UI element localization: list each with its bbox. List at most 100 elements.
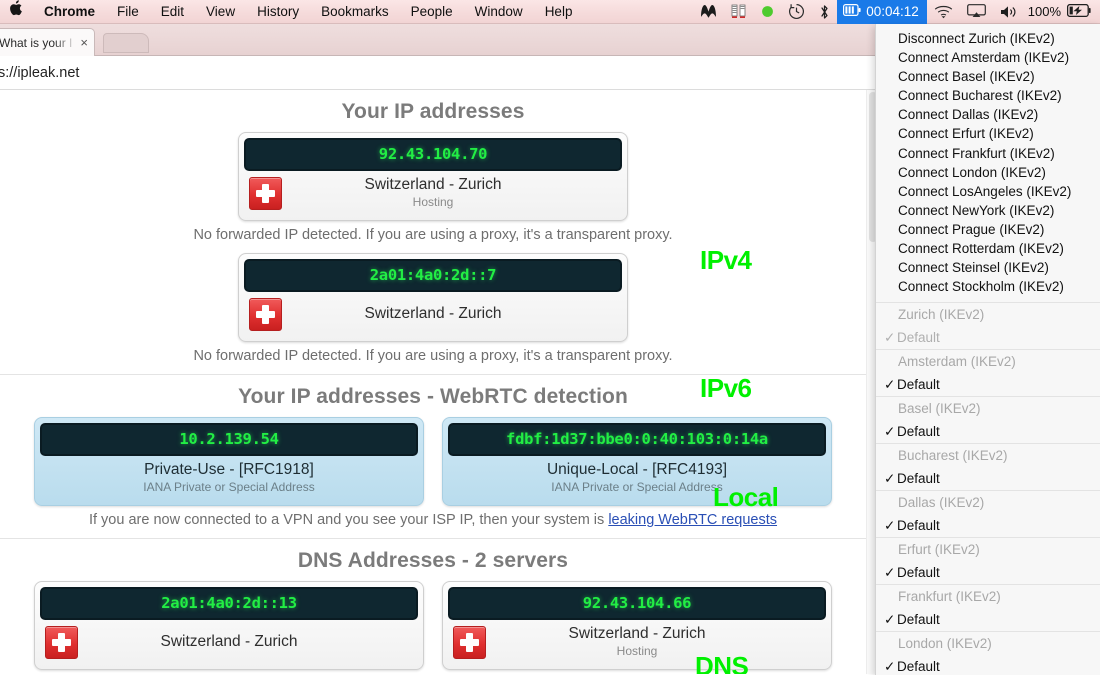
vpn-group-default-zurich[interactable]: ✓ Default [876,326,1100,349]
vpn-menu-item-connect-frankfurt[interactable]: Connect Frankfurt (IKEv2) [876,144,1100,163]
vpn-menu-item-connect-steinsel[interactable]: Connect Steinsel (IKEv2) [876,258,1100,277]
vpn-group-header-basel: Basel (IKEv2) [898,401,981,417]
vpn-default-label: Default [897,659,940,675]
vpn-default-label: Default [897,377,940,393]
malwarebytes-icon[interactable] [693,0,724,24]
vpn-menu-item-disconnect-zurich[interactable]: Disconnect Zurich (IKEv2) [876,29,1100,48]
checkmark-icon: ✓ [884,659,896,675]
vpn-group-default-london[interactable]: ✓ Default [876,655,1100,675]
checkmark-icon: ✓ [884,471,896,487]
close-icon[interactable]: × [77,35,88,50]
vpn-menu-item-connect-bucharest[interactable]: Connect Bucharest (IKEv2) [876,86,1100,105]
vpn-menu-item-connect-erfurt[interactable]: Connect Erfurt (IKEv2) [876,124,1100,143]
menu-window[interactable]: Window [464,0,534,24]
vpn-group-header-amsterdam: Amsterdam (IKEv2) [898,354,1016,370]
webrtc-note-text: If you are now connected to a VPN and yo… [88,512,609,528]
green-dot-icon[interactable] [754,0,781,24]
screen: Chrome File Edit View History Bookmarks … [0,0,1100,675]
webrtc-ipv4-card[interactable]: 10.2.139.54 Private-Use - [RFC1918] IANA… [34,417,424,506]
vpn-menu-item-connect-losangeles[interactable]: Connect LosAngeles (IKEv2) [876,182,1100,201]
page-viewport: Your IP addresses 92.43.104.70 Switzerla… [0,90,878,674]
checkmark-icon: ✓ [884,612,896,628]
checkmark-icon: ✓ [884,565,896,581]
ipv4-sublabel: Hosting [412,195,454,209]
apple-logo-icon[interactable] [9,0,33,24]
battery-percent-label: 100% [1027,4,1061,19]
bluetooth-icon[interactable] [812,0,837,24]
vpn-group-default-basel[interactable]: ✓ Default [876,420,1100,443]
menu-view[interactable]: View [195,0,246,24]
annotation-ipv6: IPv6 [700,373,752,403]
menu-chrome[interactable]: Chrome [33,0,106,24]
ipv6-address: 2a01:4a0:2d::7 [244,259,622,292]
webrtc-ipv6-sublabel: IANA Private or Special Address [551,480,723,494]
vpn-group-header-zurich: Zurich (IKEv2) [898,307,985,323]
menu-edit[interactable]: Edit [150,0,195,24]
vpn-menu-item-connect-stockholm[interactable]: Connect Stockholm (IKEv2) [876,277,1100,296]
battery-timer-icon [843,4,861,19]
airplay-icon[interactable] [960,0,993,24]
vpn-default-label: Default [897,424,940,440]
vpn-menu-item-connect-basel[interactable]: Connect Basel (IKEv2) [876,67,1100,86]
vpn-default-label: Default [897,565,940,581]
swiss-flag-icon [45,626,78,659]
menu-history[interactable]: History [246,0,310,24]
vpn-group-amsterdam: Amsterdam (IKEv2) ✓ Default [876,349,1100,396]
vpn-group-default-frankfurt[interactable]: ✓ Default [876,608,1100,631]
browser-tab[interactable]: What is your I × [0,28,95,56]
checkmark-icon: ✓ [884,377,896,393]
ipv4-location: Switzerland - Zurich [364,176,502,193]
wifi-icon[interactable] [927,0,960,24]
time-machine-icon[interactable] [781,0,812,24]
new-tab-button[interactable] [103,33,149,53]
annotation-dns: DNS [695,651,749,674]
gauge-bars-icon[interactable] [724,0,754,24]
menu-bookmarks[interactable]: Bookmarks [310,0,400,24]
webrtc-ipv4-body: Private-Use - [RFC1918] IANA Private or … [40,456,418,500]
vpn-group-default-dallas[interactable]: ✓ Default [876,514,1100,537]
dns-title: DNS Addresses - 2 servers [297,549,569,572]
ipv6-card[interactable]: 2a01:4a0:2d::7 Switzerland - Zurich [238,253,628,342]
battery-status[interactable]: 100% [1024,3,1100,20]
volume-icon[interactable] [993,0,1024,24]
vpn-default-label: Default [897,612,940,628]
vpn-group-default-amsterdam[interactable]: ✓ Default [876,373,1100,396]
dns-location-1: Switzerland - Zurich [160,632,298,650]
vpn-timer-chip[interactable]: 00:04:12 [837,0,927,24]
vpn-group-default-bucharest[interactable]: ✓ Default [876,467,1100,490]
menu-file[interactable]: File [106,0,150,24]
vpn-menu-item-connect-london[interactable]: Connect London (IKEv2) [876,163,1100,182]
dns-card-2[interactable]: 92.43.104.66 Switzerland - Zurich Hostin… [442,581,832,670]
menu-bar-status-items: 00:04:12 100% [693,0,1100,24]
vpn-timer-value: 00:04:12 [866,4,919,19]
vpn-group-erfurt: Erfurt (IKEv2) ✓ Default [876,537,1100,584]
address-bar[interactable]: s://ipleak.net [0,56,878,90]
vpn-group-bucharest: Bucharest (IKEv2) ✓ Default [876,443,1100,490]
chrome-browser-window: What is your I × s://ipleak.net Your IP … [0,24,878,675]
vpn-menu-item-connect-newyork[interactable]: Connect NewYork (IKEv2) [876,201,1100,220]
webrtc-ipv4-sublabel: IANA Private or Special Address [143,480,315,494]
url-text: s://ipleak.net [0,64,80,81]
webrtc-leak-link[interactable]: leaking WebRTC requests [608,512,777,528]
ipv6-location: Switzerland - Zurich [364,304,502,322]
menu-help[interactable]: Help [534,0,584,24]
ipleak-page: Your IP addresses 92.43.104.70 Switzerla… [0,90,866,674]
dns-location-2: Switzerland - Zurich [568,625,706,642]
vpn-group-default-erfurt[interactable]: ✓ Default [876,561,1100,584]
vpn-group-frankfurt: Frankfurt (IKEv2) ✓ Default [876,584,1100,631]
vpn-group-dallas: Dallas (IKEv2) ✓ Default [876,490,1100,537]
vpn-group-header-london: London (IKEv2) [898,636,992,652]
vpn-menu-item-connect-rotterdam[interactable]: Connect Rotterdam (IKEv2) [876,239,1100,258]
tab-title: What is your I [0,35,73,50]
vpn-menu-item-connect-dallas[interactable]: Connect Dallas (IKEv2) [876,105,1100,124]
menu-people[interactable]: People [400,0,464,24]
webrtc-ipv4-type: Private-Use - [RFC1918] [144,461,314,478]
ipv4-card[interactable]: 92.43.104.70 Switzerland - Zurich Hostin… [238,132,628,221]
vpn-menu-item-connect-prague[interactable]: Connect Prague (IKEv2) [876,220,1100,239]
dns-card-1[interactable]: 2a01:4a0:2d::13 Switzerland - Zurich [34,581,424,670]
vpn-group-london: London (IKEv2) ✓ Default [876,631,1100,675]
vpn-default-label: Default [897,518,940,534]
vpn-menu-item-connect-amsterdam[interactable]: Connect Amsterdam (IKEv2) [876,48,1100,67]
ipv4-card-body: Switzerland - Zurich Hosting [244,171,622,215]
vpn-group-header-erfurt: Erfurt (IKEv2) [898,542,980,558]
